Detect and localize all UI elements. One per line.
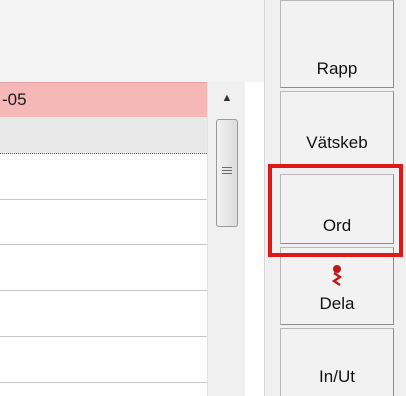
list-row-focused[interactable] bbox=[0, 117, 207, 154]
thumb-grip-line bbox=[222, 170, 232, 171]
list-row[interactable] bbox=[0, 245, 207, 290]
thumb-grip-line bbox=[222, 173, 232, 174]
toolbar-blank-area bbox=[0, 0, 264, 82]
list-row[interactable] bbox=[0, 337, 207, 382]
list-row[interactable] bbox=[0, 200, 207, 244]
panel-splitter[interactable] bbox=[264, 0, 276, 396]
scrollbar-thumb[interactable] bbox=[216, 119, 238, 227]
list-row[interactable] bbox=[0, 291, 207, 336]
vatskeb-button[interactable]: Vätskeb bbox=[280, 91, 394, 165]
list-row-text: -05 bbox=[2, 90, 27, 109]
rapp-button[interactable]: Rapp bbox=[280, 0, 394, 88]
scroll-up-arrow-icon[interactable]: ▲ bbox=[216, 82, 238, 114]
in-ut-button[interactable]: In/Ut bbox=[280, 328, 394, 396]
dela-button[interactable]: Dela bbox=[280, 247, 394, 325]
vertical-scrollbar[interactable]: ▲ bbox=[207, 82, 245, 396]
red-pin-icon bbox=[331, 265, 343, 286]
in-ut-button-label: In/Ut bbox=[319, 367, 355, 386]
ord-button[interactable]: Ord bbox=[280, 174, 394, 244]
list-row-selected[interactable]: -05 bbox=[0, 82, 207, 117]
ord-button-label: Ord bbox=[322, 216, 352, 235]
thumb-grip-line bbox=[222, 167, 232, 168]
vatskeb-button-label: Vätskeb bbox=[306, 133, 368, 152]
action-button-column: Rapp Vätskeb Ord Dela In/Ut bbox=[276, 0, 406, 396]
dela-button-label: Dela bbox=[319, 294, 355, 313]
rapp-button-label: Rapp bbox=[316, 59, 358, 78]
row-divider bbox=[0, 382, 207, 383]
list-row[interactable] bbox=[0, 154, 207, 199]
